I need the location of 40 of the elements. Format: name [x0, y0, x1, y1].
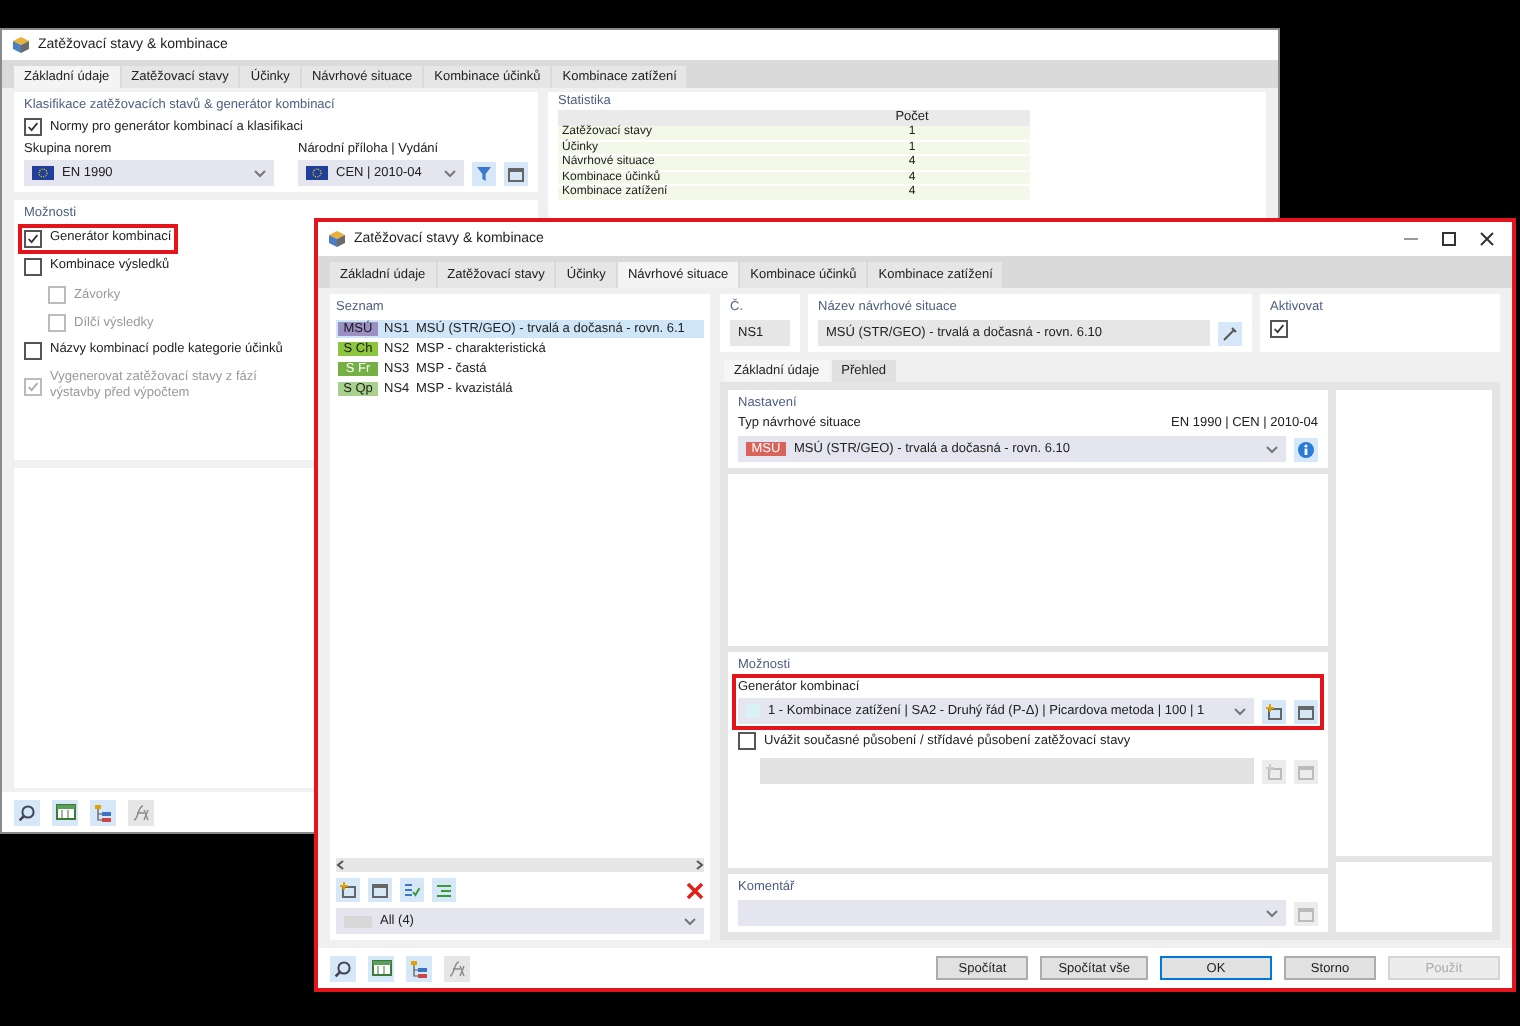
- checkbox[interactable]: [24, 342, 42, 360]
- checkbox[interactable]: [24, 230, 42, 248]
- window-button[interactable]: [504, 161, 528, 185]
- magnifier-icon[interactable]: [14, 799, 40, 825]
- app-icon: [328, 230, 346, 248]
- caret-icon: [684, 917, 696, 925]
- flag-icon: [32, 166, 54, 180]
- app-icon: [12, 36, 30, 54]
- table-icon[interactable]: [52, 799, 78, 825]
- caret-icon: [444, 169, 456, 177]
- tree-icon[interactable]: [406, 955, 432, 981]
- flag-icon: [306, 166, 328, 180]
- caret-icon: [1266, 909, 1278, 917]
- delete-icon[interactable]: [686, 881, 704, 899]
- filter-button[interactable]: [472, 161, 496, 185]
- edit-button[interactable]: [1218, 321, 1242, 345]
- lines-icon: [436, 883, 452, 897]
- checkbox[interactable]: [24, 258, 42, 276]
- function-icon[interactable]: [128, 799, 154, 825]
- function-icon[interactable]: [444, 955, 470, 981]
- minimize-icon[interactable]: [1404, 232, 1418, 246]
- new-button[interactable]: [336, 878, 360, 902]
- close-icon[interactable]: [1480, 232, 1494, 246]
- table-icon[interactable]: [368, 955, 394, 981]
- tree-icon[interactable]: [90, 799, 116, 825]
- sort-list-button[interactable]: [432, 878, 456, 902]
- check-list-button[interactable]: [400, 878, 424, 902]
- maximize-icon[interactable]: [1442, 232, 1456, 246]
- scrollbar[interactable]: [336, 858, 704, 872]
- new-button[interactable]: [1262, 699, 1286, 723]
- magnifier-icon[interactable]: [330, 955, 356, 981]
- checkbox[interactable]: [24, 118, 42, 136]
- window-button[interactable]: [1294, 699, 1318, 723]
- caret-icon: [1234, 707, 1246, 715]
- info-icon[interactable]: [1294, 437, 1318, 461]
- caret-icon: [1266, 445, 1278, 453]
- checkbox[interactable]: [738, 732, 756, 750]
- caret-icon: [254, 169, 266, 177]
- checkbox[interactable]: [1270, 320, 1288, 338]
- window-button[interactable]: [368, 878, 392, 902]
